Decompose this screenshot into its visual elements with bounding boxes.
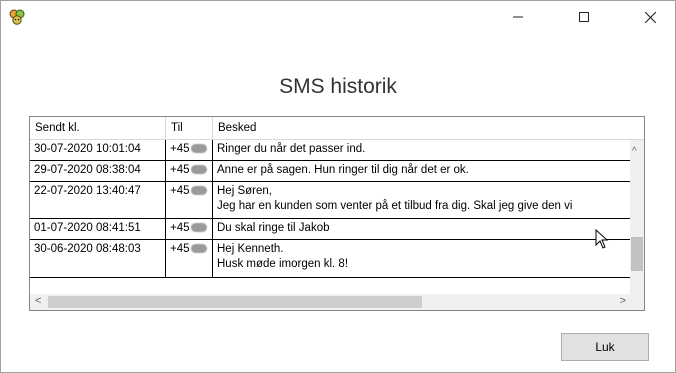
maximize-icon	[579, 12, 589, 22]
message-cell: Hej Søren, Jeg har en kunden som venter …	[213, 182, 630, 218]
scrollbar-corner	[630, 294, 644, 310]
column-header-to[interactable]: Til	[166, 117, 213, 139]
vertical-scrollbar[interactable]: ^	[630, 140, 644, 294]
sent-cell: 29-07-2020 08:38:04	[30, 161, 166, 181]
app-logo-icon	[9, 9, 25, 25]
message-line: Ringer du når det passer ind.	[217, 143, 366, 155]
message-cell: Anne er på sagen. Hun ringer til dig når…	[213, 161, 630, 181]
redacted-number	[190, 244, 207, 254]
dialog-title: SMS historik	[279, 75, 397, 98]
redacted-number	[190, 223, 207, 233]
recipient-cell: +45	[166, 182, 213, 218]
table-row[interactable]: 29-07-2020 08:38:04 +45 Anne er på sagen…	[30, 161, 630, 182]
recipient-cell: +45	[166, 140, 213, 160]
table-row[interactable]: 01-07-2020 08:41:51 +45 Du skal ringe ti…	[30, 219, 630, 240]
horizontal-scroll-thumb[interactable]	[48, 296, 422, 308]
redacted-number	[190, 144, 207, 154]
recipient-prefix: +45	[170, 243, 190, 255]
recipient-prefix: +45	[170, 185, 190, 197]
table-row[interactable]: 30-06-2020 08:48:03 +45 Hej Kenneth. Hus…	[30, 240, 630, 278]
message-line: Jeg har en kunden som venter på et tilbu…	[217, 200, 573, 212]
close-dialog-button[interactable]: Luk	[561, 333, 649, 361]
sent-cell: 01-07-2020 08:41:51	[30, 219, 166, 239]
message-line: Anne er på sagen. Hun ringer til dig når…	[217, 164, 469, 176]
recipient-cell: +45	[166, 161, 213, 181]
close-icon	[644, 11, 656, 23]
column-header-sent[interactable]: Sendt kl.	[30, 117, 166, 139]
title-bar[interactable]	[1, 1, 675, 33]
message-cell: Du skal ringe til Jakob	[213, 219, 630, 239]
close-button[interactable]	[627, 1, 673, 33]
sent-cell: 30-06-2020 08:48:03	[30, 240, 166, 277]
recipient-cell: +45	[166, 240, 213, 277]
vertical-scroll-thumb[interactable]	[631, 237, 643, 271]
recipient-prefix: +45	[170, 164, 190, 176]
message-line: Hej Søren,	[217, 185, 272, 197]
column-header-message[interactable]: Besked	[213, 117, 644, 139]
message-cell: Hej Kenneth. Husk møde imorgen kl. 8!	[213, 240, 630, 277]
message-line: Du skal ringe til Jakob	[217, 222, 330, 234]
table-row[interactable]: 22-07-2020 13:40:47 +45 Hej Søren, Jeg h…	[30, 182, 630, 219]
message-cell: Ringer du når det passer ind.	[213, 140, 630, 160]
scroll-right-icon[interactable]: >	[620, 295, 626, 307]
maximize-button[interactable]	[561, 1, 607, 33]
redacted-number	[190, 186, 207, 196]
scroll-up-icon[interactable]: ^	[632, 146, 637, 157]
recipient-prefix: +45	[170, 222, 190, 234]
recipient-cell: +45	[166, 219, 213, 239]
recipient-prefix: +45	[170, 143, 190, 155]
message-line: Husk møde imorgen kl. 8!	[217, 258, 349, 270]
sms-history-window: SMS historik Sendt kl. Til Besked 30-07-…	[0, 0, 676, 373]
table-row[interactable]: 30-07-2020 10:01:04 +45 Ringer du når de…	[30, 140, 630, 161]
redacted-number	[190, 165, 207, 175]
sms-history-table[interactable]: Sendt kl. Til Besked 30-07-2020 10:01:04…	[29, 116, 645, 311]
sent-cell: 30-07-2020 10:01:04	[30, 140, 166, 160]
mouse-cursor-icon	[595, 229, 609, 249]
message-line: Hej Kenneth.	[217, 243, 284, 255]
horizontal-scrollbar[interactable]: < >	[30, 294, 644, 310]
table-header: Sendt kl. Til Besked	[30, 117, 644, 140]
minimize-button[interactable]	[495, 1, 541, 33]
scroll-left-icon[interactable]: <	[35, 295, 41, 307]
table-body: 30-07-2020 10:01:04 +45 Ringer du når de…	[30, 140, 630, 294]
sent-cell: 22-07-2020 13:40:47	[30, 182, 166, 218]
minimize-icon	[513, 16, 523, 18]
